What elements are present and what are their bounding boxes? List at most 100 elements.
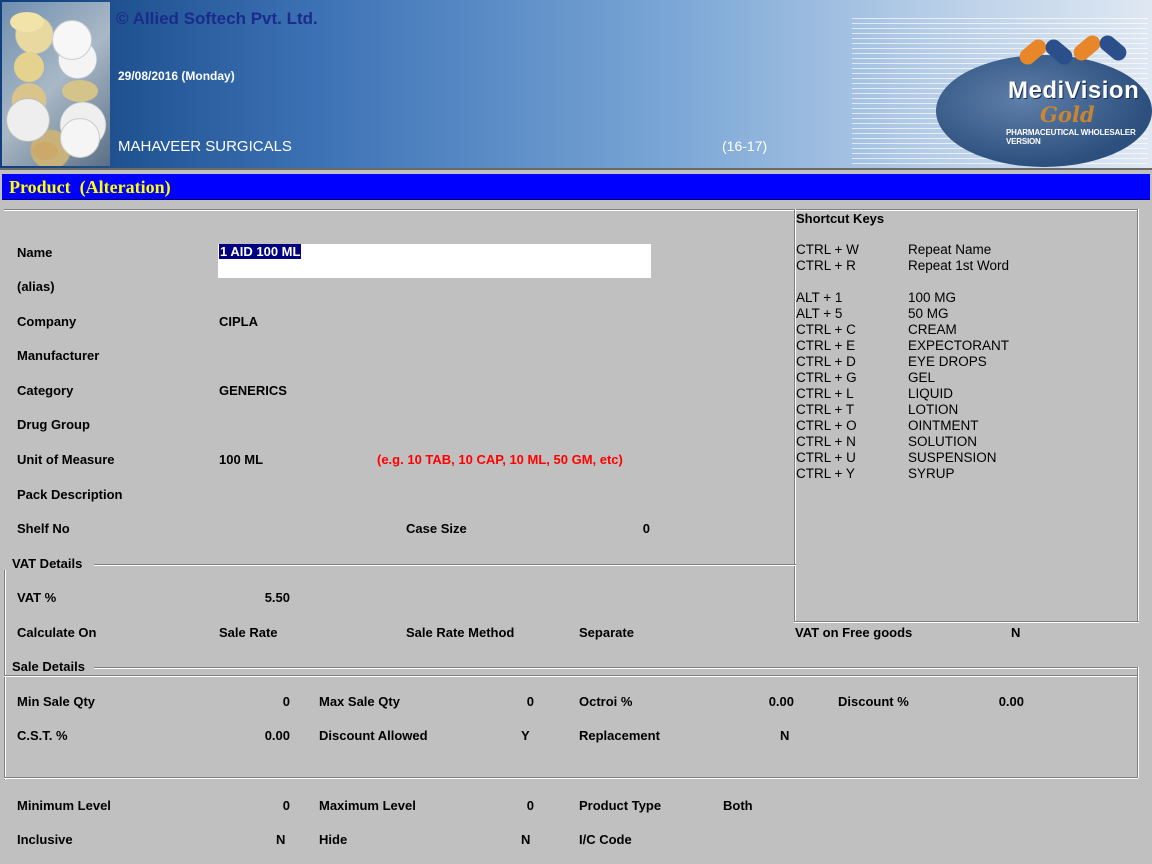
copyright-text: © Allied Softech Pvt. Ltd. xyxy=(116,9,318,28)
discount-field[interactable]: 0.00 xyxy=(934,694,1024,709)
maximum-level-field[interactable]: 0 xyxy=(444,798,534,813)
shortcut-action: LIQUID xyxy=(908,386,954,401)
vat-on-free-goods-label: VAT on Free goods xyxy=(795,625,913,640)
name-label: Name xyxy=(17,245,53,260)
discount-allowed-label: Discount Allowed xyxy=(319,728,428,743)
form-title-bar: Product (Alteration) xyxy=(2,174,1150,200)
case-size-label: Case Size xyxy=(406,521,467,536)
unit-of-measure-hint: (e.g. 10 TAB, 10 CAP, 10 ML, 50 GM, etc) xyxy=(377,452,623,467)
hide-label: Hide xyxy=(319,832,348,847)
shortcut-action: GEL xyxy=(908,370,936,385)
shortcut-right-edge xyxy=(1137,209,1139,622)
shortcut-action: EYE DROPS xyxy=(908,354,987,369)
shortcut-action: 50 MG xyxy=(908,306,949,321)
shortcut-action: CREAM xyxy=(908,322,957,337)
drug-group-label: Drug Group xyxy=(17,417,90,432)
company-field[interactable]: CIPLA xyxy=(219,314,258,329)
octroi-field[interactable]: 0.00 xyxy=(704,694,794,709)
min-sale-qty-field[interactable]: 0 xyxy=(200,694,290,709)
shortcut-key: CTRL + C xyxy=(796,322,856,337)
shortcut-keys-heading: Shortcut Keys xyxy=(796,211,885,226)
inclusive-field[interactable]: N xyxy=(276,832,285,847)
sale-right-edge xyxy=(1137,667,1139,778)
cst-field[interactable]: 0.00 xyxy=(200,728,290,743)
logo-edition: Gold xyxy=(1040,102,1095,127)
shortcut-key: CTRL + R xyxy=(796,258,856,273)
shortcut-action: SOLUTION xyxy=(908,434,978,449)
top-divider xyxy=(4,209,1138,211)
pack-description-label: Pack Description xyxy=(17,487,123,502)
alias-label: (alias) xyxy=(17,279,55,294)
shortcut-action: Repeat Name xyxy=(908,242,992,257)
shortcut-key: CTRL + Y xyxy=(796,466,855,481)
manufacturer-label: Manufacturer xyxy=(17,348,100,363)
shortcut-action: EXPECTORANT xyxy=(908,338,1010,353)
form-title: Product (Alteration) xyxy=(9,177,171,197)
shortcut-action: OINTMENT xyxy=(908,418,979,433)
unit-of-measure-label: Unit of Measure xyxy=(17,452,115,467)
shortcut-action: 100 MG xyxy=(908,290,957,305)
shelf-no-label: Shelf No xyxy=(17,521,70,536)
max-sale-qty-label: Max Sale Qty xyxy=(319,694,400,709)
cst-label: C.S.T. % xyxy=(17,728,68,743)
product-type-field[interactable]: Both xyxy=(723,798,753,813)
shortcut-key: CTRL + D xyxy=(796,354,856,369)
product-type-label: Product Type xyxy=(579,798,662,813)
sale-rate-method-field[interactable]: Separate xyxy=(579,625,634,640)
unit-of-measure-field[interactable]: 100 ML xyxy=(219,452,263,467)
sale-section-line xyxy=(94,667,1138,669)
minimum-level-label: Minimum Level xyxy=(17,798,111,813)
octroi-label: Octroi % xyxy=(579,694,633,709)
replacement-label: Replacement xyxy=(579,728,660,743)
minimum-level-field[interactable]: 0 xyxy=(200,798,290,813)
name-input-value[interactable]: 1 AID 100 ML xyxy=(219,244,302,259)
pills-image xyxy=(2,2,110,166)
hide-field[interactable]: N xyxy=(521,832,530,847)
shortcut-key: CTRL + T xyxy=(796,402,855,417)
max-sale-qty-field[interactable]: 0 xyxy=(444,694,534,709)
maximum-level-label: Maximum Level xyxy=(319,798,416,813)
shortcut-key: CTRL + O xyxy=(796,418,857,433)
shortcut-action: SYRUP xyxy=(908,466,955,481)
company-label: Company xyxy=(17,314,77,329)
discount-label: Discount % xyxy=(838,694,909,709)
shortcut-key: CTRL + L xyxy=(796,386,854,401)
logo-name: MediVision xyxy=(1008,77,1140,104)
vat-details-heading: VAT Details xyxy=(9,556,86,571)
company-name: MAHAVEER SURGICALS xyxy=(118,138,292,155)
sale-rate-method-label: Sale Rate Method xyxy=(406,625,515,640)
header-banner: © Allied Softech Pvt. Ltd. 29/08/2016 (M… xyxy=(0,0,1152,170)
replacement-field[interactable]: N xyxy=(780,728,789,743)
shortcut-key: CTRL + U xyxy=(796,450,856,465)
calculate-on-label: Calculate On xyxy=(17,625,97,640)
vat-percent-field[interactable]: 5.50 xyxy=(200,590,290,605)
inclusive-label: Inclusive xyxy=(17,832,73,847)
shortcut-key: CTRL + N xyxy=(796,434,856,449)
current-date: 29/08/2016 (Monday) xyxy=(118,69,235,83)
shortcut-key: ALT + 5 xyxy=(796,306,843,321)
shortcut-key: CTRL + G xyxy=(796,370,857,385)
category-label: Category xyxy=(17,383,74,398)
sale-bottom-line xyxy=(4,777,1138,779)
financial-year: (16-17) xyxy=(722,138,768,154)
vat-on-free-goods-field[interactable]: N xyxy=(1011,625,1020,640)
shortcut-action: Repeat 1st Word xyxy=(908,258,1010,273)
shortcut-action: LOTION xyxy=(908,402,959,417)
min-sale-qty-label: Min Sale Qty xyxy=(17,694,96,709)
sale-inner-line xyxy=(4,675,1138,677)
vat-percent-label: VAT % xyxy=(17,590,57,605)
shortcut-key: CTRL + E xyxy=(796,338,856,353)
vat-section-line xyxy=(94,564,796,566)
category-field[interactable]: GENERICS xyxy=(219,383,287,398)
sale-details-heading: Sale Details xyxy=(9,659,88,674)
calculate-on-field[interactable]: Sale Rate xyxy=(219,625,278,640)
shortcut-bottom-line xyxy=(794,621,1139,623)
shortcut-action: SUSPENSION xyxy=(908,450,997,465)
case-size-field[interactable]: 0 xyxy=(560,521,650,536)
name-input[interactable]: 1 AID 100 ML xyxy=(218,244,651,278)
logo-tagline: PHARMACEUTICAL WHOLESALER VERSION xyxy=(1006,128,1136,146)
discount-allowed-field[interactable]: Y xyxy=(521,728,530,743)
shortcut-key: CTRL + W xyxy=(796,242,859,257)
ic-code-label: I/C Code xyxy=(579,832,632,847)
shortcut-key: ALT + 1 xyxy=(796,290,843,305)
